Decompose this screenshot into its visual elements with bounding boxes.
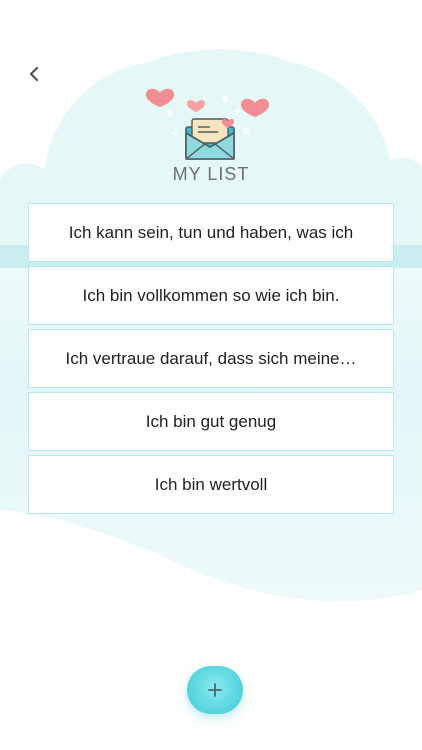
list-item-text: Ich bin wertvoll <box>154 474 268 494</box>
envelope-hearts-icon <box>146 88 269 160</box>
plus-icon <box>208 683 222 697</box>
chevron-left-icon <box>29 66 39 82</box>
list-item-text: Ich vertraue darauf, dass sich meine… <box>65 348 357 368</box>
list-item[interactable]: Ich bin wertvoll <box>28 455 394 514</box>
back-button[interactable] <box>22 62 46 86</box>
page-title: MY LIST <box>172 164 250 184</box>
affirmation-list: Ich kann sein, tun und haben, was ich Ic… <box>28 203 394 518</box>
list-item-text: Ich kann sein, tun und haben, was ich <box>68 222 354 242</box>
list-item[interactable]: Ich vertraue darauf, dass sich meine… <box>28 329 394 388</box>
list-item-text: Ich bin vollkommen so wie ich bin. <box>82 285 340 305</box>
list-item-text: Ich bin gut genug <box>145 411 277 431</box>
list-item[interactable]: Ich bin gut genug <box>28 392 394 451</box>
list-item[interactable]: Ich bin vollkommen so wie ich bin. <box>28 266 394 325</box>
add-item-button[interactable] <box>187 666 243 714</box>
list-item[interactable]: Ich kann sein, tun und haben, was ich <box>28 203 394 262</box>
